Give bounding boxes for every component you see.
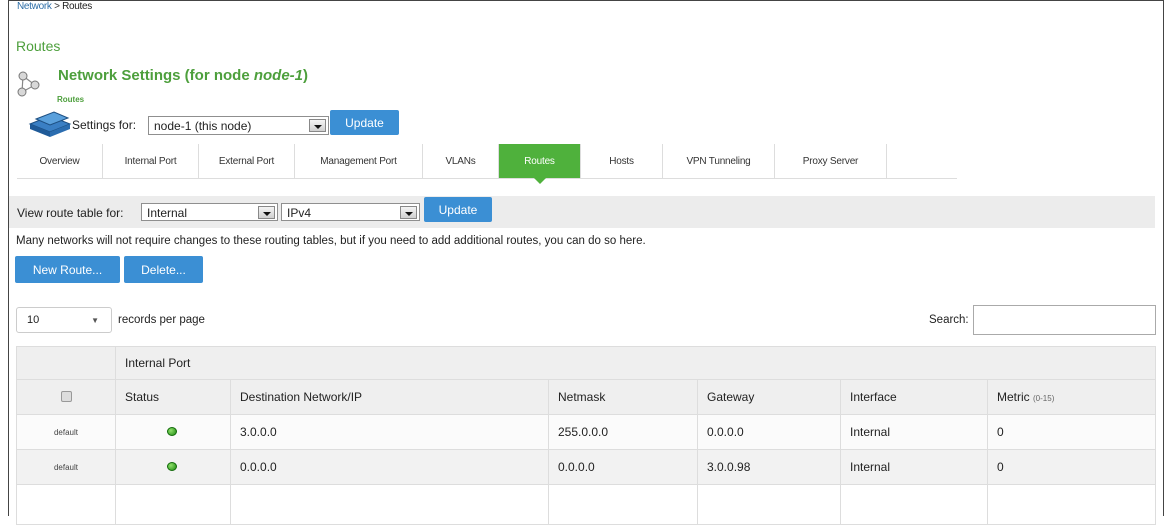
node-select[interactable]: node-1 (this node) (148, 116, 329, 135)
route-type: default (16, 414, 116, 450)
new-route-button[interactable]: New Route... (15, 256, 120, 283)
caret-down-icon: ▼ (91, 316, 99, 325)
page-title: Routes (16, 38, 61, 54)
table-row-empty (16, 484, 1156, 525)
settings-update-button[interactable]: Update (330, 110, 399, 135)
records-per-page-select[interactable]: 10 ▼ (16, 307, 112, 333)
column-gateway[interactable]: Gateway (697, 379, 841, 415)
settings-for-label: Settings for: (72, 118, 137, 132)
tab-management-port[interactable]: Management Port (295, 144, 423, 178)
breadcrumb-separator: > (54, 1, 60, 12)
breadcrumb-current: Routes (62, 1, 92, 12)
records-per-page-value: 10 (27, 314, 40, 326)
breadcrumb: Network > Routes (17, 1, 92, 12)
netmask-cell: 255.0.0.0 (548, 414, 698, 450)
tab-vlans[interactable]: VLANs (423, 144, 499, 178)
route-table-label: View route table for: (17, 206, 124, 220)
gateway-cell: 3.0.0.98 (697, 449, 841, 485)
ip-version-select-value: IPv4 (287, 206, 312, 220)
select-all-header[interactable] (16, 379, 116, 415)
search-label: Search: (929, 314, 969, 326)
route-update-button[interactable]: Update (424, 197, 492, 222)
status-cell (115, 449, 231, 485)
network-icon (17, 71, 40, 97)
breadcrumb-network-link[interactable]: Network (17, 1, 52, 12)
table-group-header-row: Internal Port (16, 346, 1156, 380)
route-table-select-value: Internal (147, 206, 188, 220)
status-online-icon (167, 462, 177, 471)
tab-hosts[interactable]: Hosts (581, 144, 663, 178)
tab-vpn-tunneling[interactable]: VPN Tunneling (663, 144, 775, 178)
tab-routes[interactable]: Routes (499, 144, 581, 184)
destination-cell: 0.0.0.0 (230, 449, 549, 485)
status-online-icon (167, 427, 177, 436)
node-name: node-1 (253, 67, 304, 84)
node-select-value: node-1 (this node) (154, 119, 252, 133)
column-status[interactable]: Status (115, 379, 231, 415)
routes-info-text: Many networks will not require changes t… (16, 235, 646, 247)
chevron-down-icon (400, 206, 417, 219)
chevron-down-icon (309, 119, 326, 132)
column-destination[interactable]: Destination Network/IP (230, 379, 549, 415)
tab-external-port[interactable]: External Port (199, 144, 295, 178)
nodes-stack-icon (28, 111, 72, 137)
group-header-spacer (16, 346, 116, 380)
status-cell (115, 414, 231, 450)
netmask-cell: 0.0.0.0 (548, 449, 698, 485)
network-settings-title: Network Settings (for node node-1) (58, 67, 309, 84)
route-table-select[interactable]: Internal (141, 203, 278, 221)
table-header-row: Status Destination Network/IP Netmask Ga… (16, 379, 1156, 415)
tab-proxy-server[interactable]: Proxy Server (775, 144, 887, 178)
interface-cell: Internal (840, 414, 988, 450)
column-metric[interactable]: Metric (0-15) (987, 379, 1156, 415)
gateway-cell: 0.0.0.0 (697, 414, 841, 450)
routes-table: Internal Port Status Destination Network… (16, 346, 1156, 525)
delete-button[interactable]: Delete... (124, 256, 203, 283)
search-input[interactable] (973, 305, 1156, 335)
table-row[interactable]: default 3.0.0.0 255.0.0.0 0.0.0.0 Intern… (16, 414, 1156, 450)
records-per-page-label: records per page (118, 314, 205, 326)
column-interface[interactable]: Interface (840, 379, 988, 415)
metric-cell: 0 (987, 449, 1156, 485)
table-row[interactable]: default 0.0.0.0 0.0.0.0 3.0.0.98 Interna… (16, 449, 1156, 485)
tab-overview[interactable]: Overview (17, 144, 103, 178)
ip-version-select[interactable]: IPv4 (281, 203, 420, 221)
group-header-internal-port: Internal Port (115, 346, 1156, 380)
destination-cell: 3.0.0.0 (230, 414, 549, 450)
tab-internal-port[interactable]: Internal Port (103, 144, 199, 178)
metric-range: (0-15) (1033, 394, 1055, 403)
settings-tabs: Overview Internal Port External Port Man… (17, 144, 957, 184)
chevron-down-icon (258, 206, 275, 219)
select-all-checkbox-icon[interactable] (60, 390, 72, 402)
route-type: default (16, 449, 116, 485)
network-settings-subtitle: Routes (57, 95, 85, 104)
interface-cell: Internal (840, 449, 988, 485)
column-netmask[interactable]: Netmask (548, 379, 698, 415)
metric-cell: 0 (987, 414, 1156, 450)
